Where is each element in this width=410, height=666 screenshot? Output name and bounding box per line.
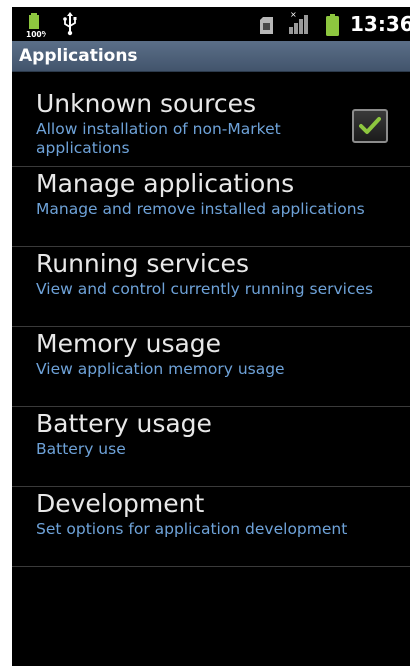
setting-subtitle: Manage and remove installed applications bbox=[36, 200, 365, 218]
setting-title: Development bbox=[36, 489, 205, 518]
setting-title: Memory usage bbox=[36, 329, 222, 358]
setting-item-unknown-sources[interactable]: Unknown sources Allow installation of no… bbox=[12, 87, 410, 167]
signal-bars-icon: × bbox=[288, 10, 312, 35]
battery-charging-icon: 100% bbox=[26, 13, 50, 39]
setting-title: Manage applications bbox=[36, 169, 295, 198]
setting-item-running-services[interactable]: Running services View and control curren… bbox=[12, 247, 410, 327]
setting-item-manage-applications[interactable]: Manage applications Manage and remove in… bbox=[12, 167, 410, 247]
setting-subtitle: Set options for application development bbox=[36, 520, 348, 538]
phone-screen: 100% × bbox=[12, 7, 410, 666]
usb-icon bbox=[62, 12, 78, 36]
checkmark-icon bbox=[359, 117, 381, 134]
setting-subtitle: Battery use bbox=[36, 440, 126, 458]
battery-percent-label: 100% bbox=[26, 30, 46, 39]
setting-subtitle: Allow installation of non-Market applica… bbox=[36, 120, 281, 157]
setting-title: Running services bbox=[36, 249, 249, 278]
setting-item-memory-usage[interactable]: Memory usage View application memory usa… bbox=[12, 327, 410, 407]
setting-item-development[interactable]: Development Set options for application … bbox=[12, 487, 410, 567]
sim-card-icon bbox=[260, 17, 273, 34]
setting-title: Unknown sources bbox=[36, 89, 257, 118]
unknown-sources-checkbox[interactable] bbox=[352, 109, 388, 143]
status-clock: 13:36 bbox=[350, 12, 410, 36]
setting-subtitle: View application memory usage bbox=[36, 360, 285, 378]
setting-item-battery-usage[interactable]: Battery usage Battery use bbox=[12, 407, 410, 487]
page-title: Applications bbox=[19, 46, 138, 66]
setting-title: Battery usage bbox=[36, 409, 212, 438]
title-bar: Applications bbox=[12, 41, 410, 72]
battery-icon bbox=[326, 14, 339, 36]
svg-text:×: × bbox=[290, 11, 297, 19]
settings-list: Unknown sources Allow installation of no… bbox=[12, 87, 410, 567]
status-bar: 100% × bbox=[12, 7, 410, 41]
setting-subtitle: View and control currently running servi… bbox=[36, 280, 374, 298]
